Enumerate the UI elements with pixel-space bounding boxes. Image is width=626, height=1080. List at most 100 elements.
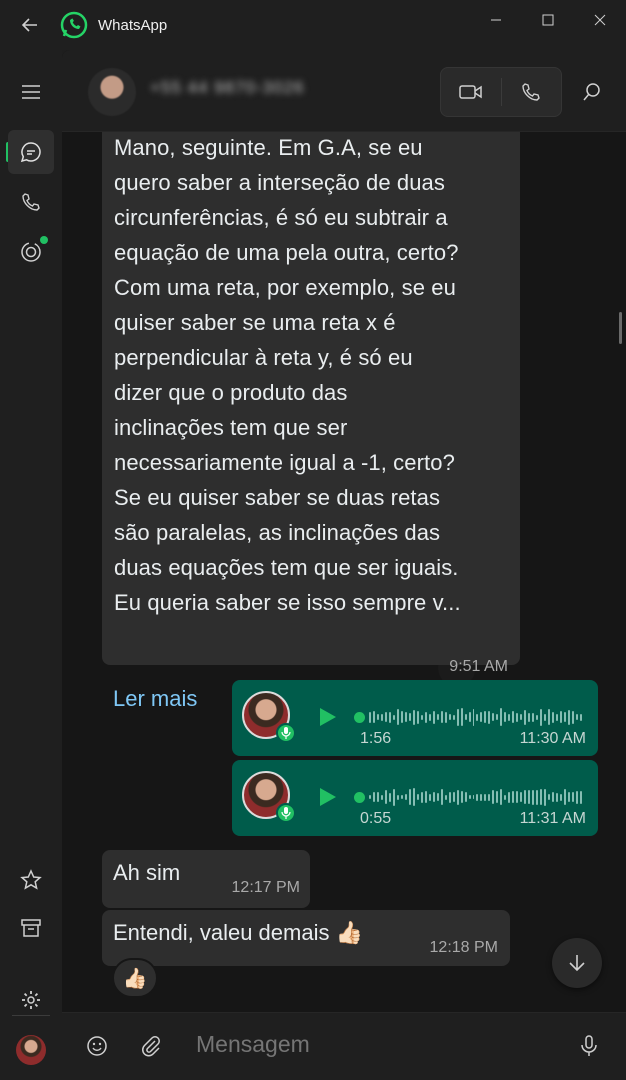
- incoming-message[interactable]: Mano, seguinte. Em G.A, se eu quero sabe…: [102, 120, 520, 711]
- waveform-bar: [488, 793, 491, 801]
- waveform-bar: [440, 789, 443, 805]
- waveform-bar: [496, 714, 499, 720]
- close-icon: [594, 14, 606, 26]
- waveform-bar: [448, 791, 451, 803]
- scroll-to-bottom-button[interactable]: [552, 938, 602, 988]
- waveform-bar: [476, 793, 479, 801]
- play-icon[interactable]: [318, 786, 338, 808]
- sidebar-item-chats[interactable]: [8, 130, 54, 174]
- waveform-bar: [516, 791, 519, 803]
- waveform-bar: [440, 711, 443, 723]
- waveform-bar: [472, 708, 475, 726]
- chat-header: +55 44 9870-3026: [62, 50, 626, 132]
- whatsapp-window: WhatsApp +55 44 9870-3026 Mano, seguinte…: [0, 0, 626, 1080]
- search-button[interactable]: [572, 72, 612, 112]
- sidebar-item-starred[interactable]: [8, 858, 54, 902]
- app-title: WhatsApp: [98, 16, 168, 34]
- contact-name[interactable]: +55 44 9870-3026: [150, 78, 305, 98]
- waveform-bar: [508, 791, 511, 803]
- video-call-button[interactable]: [441, 68, 501, 116]
- attach-paperclip-icon[interactable]: [140, 1035, 162, 1057]
- voice-call-button[interactable]: [502, 68, 562, 116]
- back-button[interactable]: [0, 0, 60, 50]
- playback-knob[interactable]: [354, 711, 365, 723]
- waveform-bar: [372, 792, 375, 802]
- waveform-bar: [580, 713, 583, 721]
- play-icon[interactable]: [318, 706, 338, 728]
- waveform-bar: [544, 713, 547, 721]
- waveform-bar: [420, 791, 423, 803]
- waveform-bar: [548, 794, 551, 800]
- waveform-bar: [512, 711, 515, 723]
- emoji-icon[interactable]: [86, 1035, 108, 1057]
- message-time: 12:18 PM: [429, 939, 498, 956]
- scrollbar[interactable]: [619, 312, 622, 344]
- sidebar-item-status[interactable]: [8, 230, 54, 274]
- waveform-bar: [464, 792, 467, 802]
- waveform[interactable]: [354, 706, 583, 728]
- sidebar-item-settings[interactable]: [8, 978, 54, 1022]
- voice-message[interactable]: 1:56 11:30 AM: [232, 680, 598, 756]
- waveform-bar: [368, 795, 371, 799]
- sidebar-item-profile[interactable]: [8, 1028, 54, 1072]
- waveform-bar: [460, 791, 463, 803]
- waveform-bar: [552, 711, 555, 723]
- waveform-bar: [572, 710, 575, 724]
- waveform-bar: [388, 792, 391, 802]
- waveform-bar: [412, 709, 415, 725]
- menu-button[interactable]: [8, 70, 54, 114]
- archive-icon: [21, 919, 41, 937]
- waveform-bar: [492, 713, 495, 721]
- waveform-bar: [428, 713, 431, 721]
- phone-icon: [522, 83, 541, 101]
- waveform-bar: [500, 708, 503, 726]
- waveform-bar: [464, 714, 467, 720]
- waveform-bar: [528, 790, 531, 804]
- playback-knob[interactable]: [354, 791, 365, 803]
- waveform-bar: [424, 711, 427, 723]
- contact-avatar[interactable]: [88, 68, 136, 116]
- reaction-badge[interactable]: 👍🏻: [112, 958, 158, 998]
- waveform-bar: [480, 793, 483, 801]
- waveform-bar: [396, 794, 399, 800]
- message-time: 11:31 AM: [519, 810, 586, 827]
- sidebar-item-archived[interactable]: [8, 906, 54, 950]
- read-more-link[interactable]: Ler mais: [113, 686, 197, 712]
- waveform-bar: [404, 794, 407, 800]
- waveform[interactable]: [354, 786, 583, 808]
- minimize-button[interactable]: [470, 0, 522, 40]
- message-input[interactable]: [196, 1031, 556, 1058]
- waveform-bar: [408, 789, 411, 805]
- waveform-bar: [384, 712, 387, 722]
- waveform-bar: [564, 789, 567, 805]
- waveform-bar: [468, 795, 471, 799]
- waveform-bar: [484, 711, 487, 723]
- waveform-bar: [376, 714, 379, 720]
- call-buttons: [440, 67, 562, 117]
- microphone-icon[interactable]: [580, 1035, 598, 1057]
- waveform-bar: [484, 793, 487, 801]
- waveform-bar: [444, 794, 447, 800]
- waveform-bar: [540, 708, 543, 726]
- message-time: 9:51 AM: [449, 658, 508, 675]
- incoming-message[interactable]: Ah sim 12:17 PM: [102, 850, 310, 908]
- waveform-bar: [476, 713, 479, 721]
- waveform-bar: [488, 710, 491, 724]
- phone-icon: [22, 193, 40, 211]
- message-time: 11:30 AM: [519, 730, 586, 747]
- incoming-message[interactable]: Entendi, valeu demais 👍🏻 12:18 PM: [102, 910, 510, 966]
- waveform-bar: [568, 792, 571, 802]
- waveform-bar: [576, 790, 579, 804]
- status-new-dot: [40, 236, 48, 244]
- waveform-bar: [436, 793, 439, 801]
- voice-message[interactable]: 0:55 11:31 AM: [232, 760, 598, 836]
- star-icon: [20, 869, 42, 890]
- waveform-bar: [508, 713, 511, 721]
- sidebar-item-calls[interactable]: [8, 180, 54, 224]
- waveform-bar: [504, 712, 507, 722]
- waveform-bar: [424, 791, 427, 803]
- waveform-bar: [560, 793, 563, 801]
- maximize-button[interactable]: [522, 0, 574, 40]
- waveform-bar: [388, 711, 391, 723]
- close-button[interactable]: [574, 0, 626, 40]
